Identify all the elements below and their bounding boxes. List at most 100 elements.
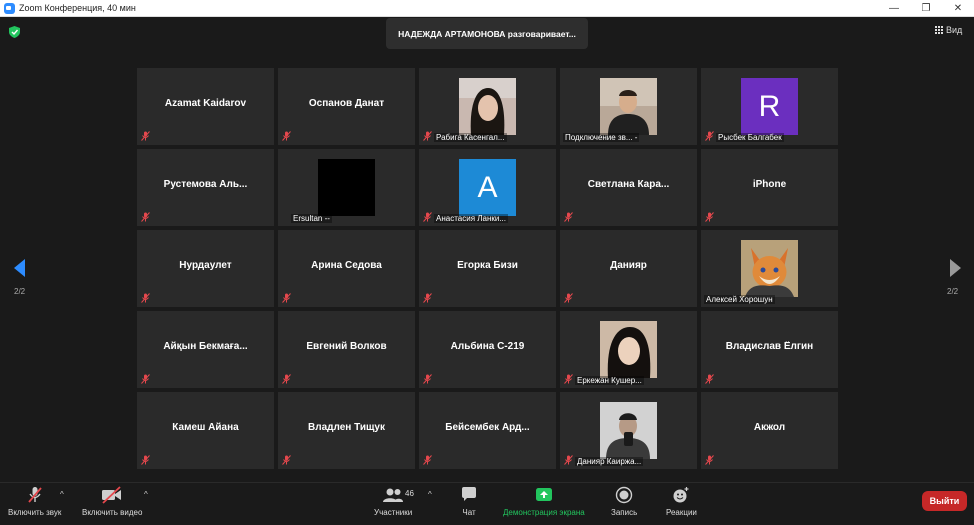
participant-tile[interactable]: Светлана Кара...: [560, 149, 697, 226]
participant-tile[interactable]: A Анастасия Ланки...: [419, 149, 556, 226]
participant-name: Акжол: [753, 422, 786, 433]
participant-tile[interactable]: Рустемова Аль...: [137, 149, 274, 226]
meeting-toolbar: Включить звук ^ Включить видео ^ Участни…: [0, 482, 974, 525]
active-speaker-banner: НАДЕЖДА АРТАМОНОВА разговаривает...: [386, 18, 588, 49]
participant-name: Камеш Айана: [172, 422, 239, 433]
window-controls: — ❐ ✕: [878, 0, 974, 17]
participants-icon: [383, 488, 404, 502]
close-button[interactable]: ✕: [942, 0, 974, 17]
record-label: Запись: [611, 508, 638, 517]
participant-name: Евгений Волков: [306, 341, 387, 352]
meeting-stage: НАДЕЖДА АРТАМОНОВА разговаривает... Вид …: [0, 17, 974, 482]
participant-name: Оспанов Данат: [308, 98, 385, 109]
muted-mic-icon: [282, 131, 291, 141]
participant-name: Светлана Кара...: [587, 179, 670, 190]
participant-tile[interactable]: Данияр Каиржа...: [560, 392, 697, 469]
previous-page-arrow-icon[interactable]: [11, 257, 31, 279]
participant-tile[interactable]: Егорка Бизи: [419, 230, 556, 307]
participant-name: Бейсембек Ард...: [445, 422, 530, 433]
page-indicator-left: 2/2: [14, 287, 26, 296]
participant-tile[interactable]: Нурдаулет: [137, 230, 274, 307]
start-video-label: Включить видео: [82, 508, 143, 517]
muted-mic-icon: [705, 374, 714, 384]
window-titlebar: Zoom Конференция, 40 мин — ❐ ✕: [0, 0, 974, 17]
muted-mic-icon: [141, 212, 150, 222]
participant-tile[interactable]: Еркежан Кушер...: [560, 311, 697, 388]
participant-name: Рысбек Балгабек: [716, 133, 784, 142]
muted-mic-icon: [423, 374, 432, 384]
view-button-label: Вид: [946, 25, 963, 35]
start-video-button[interactable]: Включить видео: [82, 486, 142, 517]
view-button[interactable]: Вид: [935, 25, 962, 35]
participant-tile[interactable]: Подключение зв... -: [560, 68, 697, 145]
participant-photo: [600, 402, 657, 459]
participant-name: Альбина С-219: [450, 341, 525, 352]
minimize-button[interactable]: —: [878, 0, 910, 17]
share-screen-arrow-icon: [535, 488, 552, 501]
participant-name: Алексей Хорошун: [704, 295, 775, 304]
participant-name: Данияр: [610, 260, 647, 271]
participant-name: Анастасия Ланки...: [434, 214, 509, 223]
participant-tile[interactable]: Владислав Ёлгин: [701, 311, 838, 388]
participant-name: Рабига Касенгал...: [434, 133, 507, 142]
video-options-chevron-up-icon[interactable]: ^: [144, 490, 148, 499]
chat-button[interactable]: Чат: [461, 486, 477, 517]
muted-mic-icon: [282, 455, 291, 465]
muted-mic-icon: [705, 131, 714, 141]
participant-name: Нурдаулет: [179, 260, 232, 271]
participant-avatar: R: [741, 78, 798, 135]
participant-name: Данияр Каиржа...: [575, 457, 644, 466]
participant-tile[interactable]: Azamat Kaidarov: [137, 68, 274, 145]
muted-mic-icon: [705, 212, 714, 222]
participant-tile[interactable]: Альбина С-219: [419, 311, 556, 388]
reactions-button[interactable]: Реакции: [666, 486, 697, 517]
share-screen-button[interactable]: Демонстрация экрана: [503, 486, 585, 517]
share-screen-label: Демонстрация экрана: [503, 508, 585, 517]
unmute-label: Включить звук: [8, 508, 62, 517]
record-icon: [615, 486, 633, 504]
muted-mic-icon: [564, 374, 573, 384]
reaction-smiley-icon: [673, 487, 689, 503]
page-indicator-right: 2/2: [947, 287, 959, 296]
maximize-button[interactable]: ❐: [910, 0, 942, 17]
participant-tile[interactable]: Алексей Хорошун: [701, 230, 838, 307]
muted-mic-icon: [564, 212, 573, 222]
audio-options-chevron-up-icon[interactable]: ^: [60, 490, 64, 499]
participant-tile[interactable]: R Рысбек Балгабек: [701, 68, 838, 145]
participant-tile[interactable]: Айқын Бекмаға...: [137, 311, 274, 388]
leave-meeting-button[interactable]: Выйти: [922, 491, 967, 511]
participant-name: Рустемова Аль...: [163, 179, 248, 190]
participant-tile[interactable]: Владлен Тищук: [278, 392, 415, 469]
participant-name: Еркежан Кушер...: [575, 376, 644, 385]
participants-label: Участники: [374, 508, 413, 517]
participant-tile[interactable]: Ersultan --: [278, 149, 415, 226]
next-page-arrow-icon[interactable]: [946, 257, 966, 279]
participant-tile[interactable]: Рабига Касенгал...: [419, 68, 556, 145]
participant-tile[interactable]: Оспанов Данат: [278, 68, 415, 145]
participants-options-chevron-up-icon[interactable]: ^: [428, 490, 432, 499]
participant-tile[interactable]: Камеш Айана: [137, 392, 274, 469]
participant-name: Владислав Ёлгин: [725, 341, 814, 352]
muted-mic-icon: [705, 455, 714, 465]
muted-mic-icon: [423, 455, 432, 465]
record-button[interactable]: Запись: [611, 486, 637, 517]
participant-photo-fox: [741, 240, 798, 297]
participant-tile[interactable]: iPhone: [701, 149, 838, 226]
participant-tile[interactable]: Бейсембек Ард...: [419, 392, 556, 469]
participant-tile[interactable]: Данияр: [560, 230, 697, 307]
participant-tile[interactable]: Акжол: [701, 392, 838, 469]
muted-mic-icon: [564, 293, 573, 303]
participant-name: Егорка Бизи: [457, 260, 518, 271]
chat-label: Чат: [462, 508, 476, 517]
muted-mic-icon: [423, 131, 432, 141]
unmute-button[interactable]: Включить звук: [8, 486, 61, 517]
muted-mic-icon: [141, 293, 150, 303]
participant-name: iPhone: [752, 179, 787, 190]
shield-icon[interactable]: [9, 26, 20, 38]
video-off-icon: [102, 486, 122, 504]
chat-bubble-icon: [462, 487, 476, 501]
muted-microphone-icon: [27, 487, 42, 503]
participant-tile[interactable]: Евгений Волков: [278, 311, 415, 388]
window-title: Zoom Конференция, 40 мин: [19, 3, 136, 13]
participant-tile[interactable]: Арина Седова: [278, 230, 415, 307]
